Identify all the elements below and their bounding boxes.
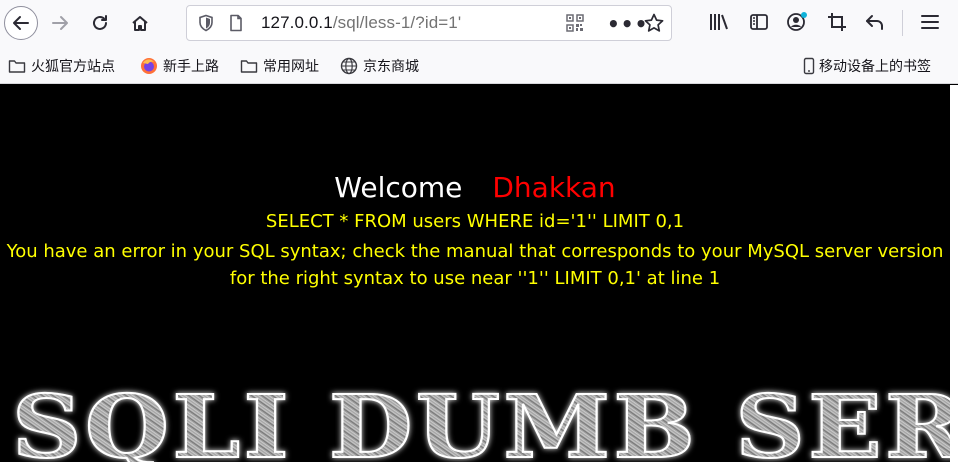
bookmark-label: 京东商城 <box>363 59 419 75</box>
library-icon <box>710 14 728 30</box>
welcome-line: Welcome Dhakkan <box>0 171 950 204</box>
reload-button[interactable] <box>84 7 116 39</box>
menu-button[interactable] <box>917 9 943 35</box>
back-button[interactable] <box>4 6 38 40</box>
bookmark-label: 火狐官方站点 <box>31 59 115 75</box>
page-content: Welcome Dhakkan SELECT * FROM users WHERE… <box>0 85 950 462</box>
bookmark-label: 新手上路 <box>163 59 219 75</box>
reload-icon <box>93 15 107 30</box>
sql-query-text: SELECT * FROM users WHERE id='1'' LIMIT … <box>265 211 685 232</box>
bookmark-label: 常用网址 <box>263 59 319 75</box>
tracking-shield-icon[interactable] <box>197 14 215 32</box>
sqli-dumb-series-banner: SQLI DUMB SERI <box>8 373 950 462</box>
undo-button[interactable] <box>862 9 888 35</box>
crop-icon <box>828 13 846 31</box>
toolbar-separator <box>902 10 903 36</box>
banner-title: SQLI DUMB SERI <box>12 377 950 462</box>
folder-icon <box>240 60 258 73</box>
page-edge <box>950 85 958 462</box>
qr-code-icon[interactable] <box>565 13 585 33</box>
mobile-bookmarks-label: 移动设备上的书签 <box>819 59 931 75</box>
sidebar-button[interactable] <box>746 9 772 35</box>
url-host: 127.0.0.1 <box>261 13 333 32</box>
home-button[interactable] <box>124 7 156 39</box>
screenshot-button[interactable] <box>824 9 850 35</box>
bookmarks-toolbar: 火狐官方站点 新手上路 常用网址 京东商城 移动设备上的书签 <box>0 46 958 84</box>
library-button[interactable] <box>706 9 732 35</box>
mobile-device-icon <box>803 57 815 75</box>
url-path: /sql/less-1/?id=1' <box>332 13 462 32</box>
account-button[interactable] <box>784 9 810 35</box>
welcome-text: Welcome <box>334 171 463 204</box>
browser-toolbar: 127.0.0.1/sql/less-1/?id=1' ••• <box>0 0 958 46</box>
url-text[interactable]: 127.0.0.1/sql/less-1/?id=1' <box>261 13 461 33</box>
mobile-bookmarks-folder[interactable]: 移动设备上的书签 <box>802 55 931 77</box>
sidebar-icon <box>750 14 768 30</box>
sql-error-message: You have an error in your SQL syntax; ch… <box>6 241 944 289</box>
banner-logo: SQLI DUMB SERI <box>11 376 950 462</box>
bookmark-item[interactable]: 火狐官方站点 <box>8 55 115 77</box>
back-arrow-icon <box>13 16 29 30</box>
account-icon <box>787 12 807 31</box>
globe-icon <box>340 57 358 75</box>
address-bar[interactable]: 127.0.0.1/sql/less-1/?id=1' ••• <box>186 5 672 41</box>
page-info-icon[interactable] <box>227 14 245 32</box>
undo-arrow-icon <box>866 15 883 30</box>
forward-arrow-icon <box>52 16 68 30</box>
bookmark-star-icon[interactable] <box>643 12 665 34</box>
bookmark-item[interactable]: 京东商城 <box>340 55 419 77</box>
bookmark-item[interactable]: 新手上路 <box>140 55 219 77</box>
forward-button[interactable] <box>44 7 76 39</box>
user-name: Dhakkan <box>492 171 616 204</box>
bookmark-item[interactable]: 常用网址 <box>240 55 319 77</box>
home-icon <box>132 16 148 31</box>
firefox-icon <box>141 58 157 74</box>
folder-icon <box>8 60 26 73</box>
hamburger-menu-icon <box>921 15 939 29</box>
